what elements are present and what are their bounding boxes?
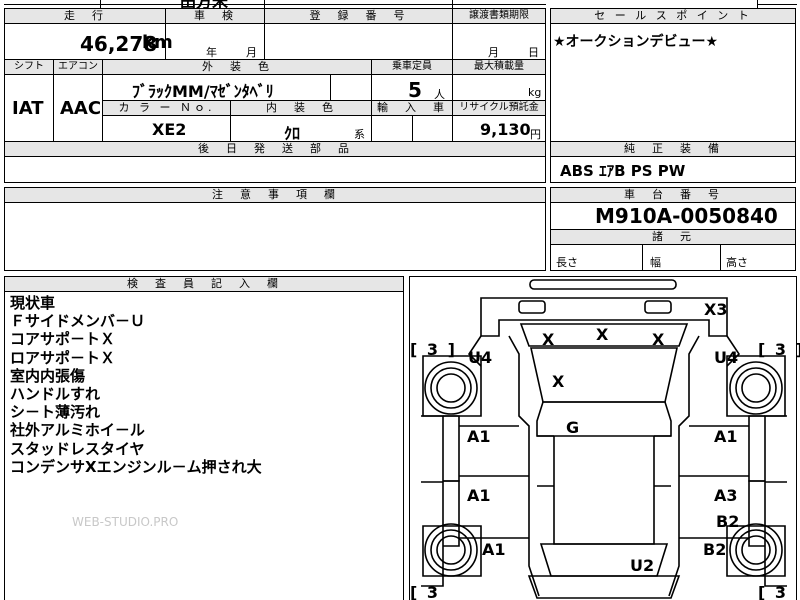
mark-x-hood: X xyxy=(552,372,565,391)
watermark: WEB-STUDIO.PRO xyxy=(72,515,179,529)
recycle-value: 9,130 xyxy=(480,120,531,139)
dimension-width-label: 幅 xyxy=(650,256,661,269)
headlight-left xyxy=(518,300,546,314)
transfer-month-unit: 月 xyxy=(488,46,499,59)
aircon-header: エアコン xyxy=(53,59,103,75)
interior-color-unit: 系 xyxy=(354,128,365,141)
chassis-value: M910A-0050840 xyxy=(595,204,778,228)
tire-front-right xyxy=(729,361,783,415)
later-parts-header: 後 日 発 送 部 品 xyxy=(4,141,546,157)
mark-a3-rear-right: A3 xyxy=(714,486,738,505)
interior-color-header: 内 装 色 xyxy=(230,100,372,116)
inspector-line: 室内内張傷 xyxy=(10,366,86,385)
tire-front-left xyxy=(424,361,478,415)
rear-bumper xyxy=(527,575,681,599)
inspector-notes: 現状車 Ｆサイドメンバ－Ｕ コアサポ－トＸ ロアサポ－トＸ 室内内張傷 ハンドル… xyxy=(10,294,262,476)
color-no-value: XE2 xyxy=(152,120,187,139)
inspector-line: コアサポ－トＸ xyxy=(10,330,116,349)
standard-equipment-header: 純 正 装 備 xyxy=(550,141,796,157)
inspection-header: 車 検 xyxy=(165,8,265,24)
mark-x3: X3 xyxy=(704,300,728,319)
color-no-header: カ ラ ー Ｎｏ. xyxy=(102,100,231,116)
inspector-line: コンデンサXエンジンル－ム押され大 xyxy=(10,457,262,476)
capacity-value: 5 xyxy=(408,78,422,102)
mileage-header: 走 行 xyxy=(4,8,166,24)
mark-u2: U2 xyxy=(630,556,655,575)
mark-b2-rear: B2 xyxy=(703,540,727,559)
dimension-length-label: 長さ xyxy=(556,256,578,269)
inspector-line: ロアサポ－トＸ xyxy=(10,348,116,367)
registration-header: 登 録 番 号 xyxy=(264,8,453,24)
max-load-header: 最大積載量 xyxy=(452,59,546,75)
inspector-line: 社外アルミホイ－ル xyxy=(10,421,145,440)
inspector-header: 検 査 員 記 入 欄 xyxy=(4,276,404,292)
inspector-line: Ｆサイドメンバ－Ｕ xyxy=(10,312,146,331)
mileage-unit: km xyxy=(142,32,173,53)
mark-b2-rear-right: B2 xyxy=(716,512,740,531)
max-load-unit: kg xyxy=(528,86,542,99)
shift-header: シフト xyxy=(4,59,54,75)
aircon-value: AAC xyxy=(60,98,102,119)
tire-mark-rear-right: [ 3 xyxy=(758,583,789,600)
mark-g: G xyxy=(566,418,580,437)
transfer-day-unit: 日 xyxy=(528,46,539,59)
mark-x-left: X xyxy=(542,330,555,349)
headlight-right xyxy=(644,300,672,314)
front-bumper xyxy=(529,279,677,290)
sales-point-header: セ ー ル ス ポ イ ン ト xyxy=(550,8,796,24)
capacity-header: 乗車定員 xyxy=(371,59,453,75)
transfer-deadline-header: 譲渡書類期限 xyxy=(452,8,546,24)
tire-mark-front-right: [ 3 ] xyxy=(758,340,800,359)
inspector-line: シ－ト薄汚れ xyxy=(10,403,101,422)
chassis-header: 車 台 番 号 xyxy=(550,187,796,203)
dimensions-header: 諸 元 xyxy=(550,229,796,245)
sales-point-text: ★オークションデビュー★ xyxy=(553,34,719,50)
mark-a1-rear-left: A1 xyxy=(467,486,491,505)
mark-a1-rear: A1 xyxy=(482,540,506,559)
recycle-unit: 円 xyxy=(530,128,541,141)
mark-u4-right: U4 xyxy=(714,348,739,367)
inspector-line: ハンドルすれ xyxy=(10,385,101,404)
mark-a1-front-left: A1 xyxy=(467,427,491,446)
exterior-color-value: ﾌﾞﾗｯｸMM/ﾏｾﾞﾝﾀﾍﾞﾘ xyxy=(132,82,274,101)
tire-mark-rear-left: [ 3 xyxy=(410,583,441,600)
inspection-year-unit: 年 xyxy=(206,46,217,59)
inspection-month-unit: 月 xyxy=(246,46,257,59)
shift-value: IAT xyxy=(12,98,44,119)
inspector-line: 現状車 xyxy=(10,294,56,312)
dimension-height-label: 高さ xyxy=(726,256,748,269)
mark-x-center: X xyxy=(596,325,609,344)
inspector-line: スタッドレスタイヤ xyxy=(10,439,145,458)
cabin xyxy=(553,436,655,545)
tire-rear-right xyxy=(729,523,783,577)
notes-header: 注 意 事 項 欄 xyxy=(4,187,546,203)
standard-equipment-text: ABS ｴｱB PS PW xyxy=(560,162,686,180)
tire-mark-front-left: [ 3 ] xyxy=(410,340,457,359)
mark-a1-front-right: A1 xyxy=(714,427,738,446)
exterior-color-header: 外 装 色 xyxy=(102,59,372,75)
roof xyxy=(536,401,672,437)
mark-u4-left: U4 xyxy=(468,348,493,367)
recycle-header: リサイクル預託金 xyxy=(452,100,546,116)
import-car-header: 輸 入 車 xyxy=(371,100,453,116)
mark-x-right: X xyxy=(652,330,665,349)
tire-rear-left xyxy=(424,523,478,577)
